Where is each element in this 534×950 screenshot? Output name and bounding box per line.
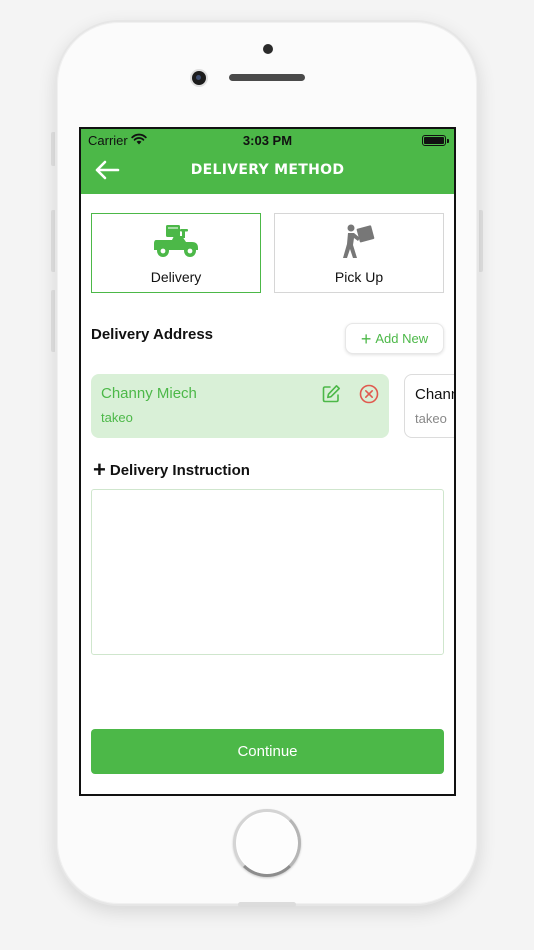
earpiece-speaker <box>229 74 305 81</box>
edit-icon[interactable] <box>321 384 341 404</box>
delivery-method-card[interactable]: Delivery <box>91 213 261 293</box>
nav-bar: DELIVERY METHOD <box>81 151 454 194</box>
address-card[interactable]: Channy Miech takeo <box>404 374 454 438</box>
status-time: 3:03 PM <box>242 133 293 148</box>
pickup-method-card[interactable]: Pick Up <box>274 213 444 293</box>
add-new-address-button[interactable]: + Add New <box>345 323 444 354</box>
delivery-address-label: Delivery Address <box>91 326 214 343</box>
plus-icon: + <box>93 457 106 482</box>
proximity-sensor <box>263 44 273 54</box>
address-location: takeo <box>101 410 133 425</box>
page-title: DELIVERY METHOD <box>190 162 345 178</box>
pickup-method-label: Pick Up <box>334 269 384 285</box>
delivery-method-label: Delivery <box>150 269 202 285</box>
address-card-selected[interactable]: Channy Miech takeo <box>91 374 389 438</box>
delivery-instruction-input[interactable] <box>91 489 444 655</box>
bottom-edge <box>238 902 296 907</box>
delivery-instruction-label: Delivery Instruction <box>109 461 250 479</box>
close-circle-icon[interactable] <box>359 384 379 404</box>
delivery-instruction-toggle[interactable]: + Delivery Instruction <box>93 459 250 481</box>
home-button[interactable] <box>233 809 301 877</box>
app-screen: Carrier 3:03 PM DELIVERY METHOD Delivery <box>79 127 456 796</box>
scooter-icon <box>154 225 198 257</box>
person-carrying-box-icon <box>343 224 375 258</box>
battery-icon <box>422 135 449 146</box>
add-new-label: Add New <box>375 331 429 346</box>
front-camera <box>192 71 206 85</box>
address-name: Channy Miech <box>415 386 454 403</box>
address-name: Channy Miech <box>101 385 197 402</box>
address-location: takeo <box>415 411 447 426</box>
continue-button[interactable]: Continue <box>91 729 444 774</box>
status-bar: Carrier 3:03 PM <box>81 129 454 151</box>
plus-icon: + <box>360 328 372 349</box>
